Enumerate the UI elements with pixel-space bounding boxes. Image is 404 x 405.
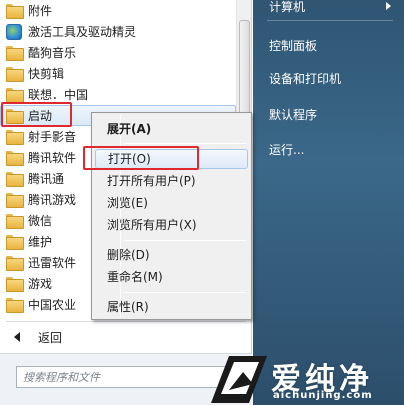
list-item-label: 微信 (28, 214, 53, 228)
menu-item-expand[interactable]: 展开(A) (107, 119, 151, 139)
list-item-label: 游戏 (28, 277, 53, 291)
back-arrow-icon (14, 332, 20, 342)
folder-icon (6, 214, 24, 229)
list-item-lenovo[interactable]: 联想．中国 (0, 84, 236, 105)
menu-item-open[interactable]: 打开(O) (95, 149, 248, 169)
right-item-devices-printers[interactable]: 设备和打印机 (269, 70, 341, 87)
list-item-label: 联想．中国 (28, 88, 89, 102)
folder-icon (6, 109, 24, 124)
divider (6, 321, 246, 322)
list-item-label: 腾讯通 (28, 172, 65, 186)
folder-icon (6, 277, 24, 292)
right-item-label: 默认程序 (269, 108, 318, 122)
right-item-label: 计算机 (269, 0, 306, 14)
list-item-label: 快剪辑 (28, 67, 65, 81)
list-item-kuaijianji[interactable]: 快剪辑 (0, 63, 236, 84)
context-menu: 展开(A) 打开(O) 打开所有用户(P) 浏览(E) 浏览所有用户(X) 删除… (91, 112, 252, 320)
list-item-label: 中国农业 (28, 298, 77, 312)
right-item-control-panel[interactable]: 控制面板 (269, 37, 317, 54)
folder-icon (6, 256, 24, 271)
folder-icon (6, 4, 24, 19)
start-menu-right-panel: 计算机 控制面板 设备和打印机 默认程序 运行... (253, 0, 404, 405)
right-item-label: 控制面板 (269, 39, 318, 53)
menu-item-open-all-users[interactable]: 打开所有用户(P) (107, 171, 196, 191)
folder-icon (6, 88, 24, 103)
list-item-label: 激活工具及驱动精灵 (28, 25, 137, 39)
right-item-label: 设备和打印机 (269, 72, 342, 86)
divider (267, 20, 393, 21)
back-button[interactable]: 返回 (0, 325, 250, 349)
app-icon (6, 23, 22, 40)
right-item-computer[interactable]: 计算机 (269, 0, 305, 15)
menu-item-delete[interactable]: 删除(D) (107, 245, 150, 265)
folder-icon (6, 172, 24, 187)
folder-icon (6, 151, 24, 166)
search-input[interactable] (16, 366, 230, 388)
menu-separator (124, 292, 246, 293)
list-item-fujian[interactable]: 附件 (0, 0, 236, 21)
folder-icon (6, 67, 24, 82)
list-item-label: 附件 (28, 4, 53, 18)
list-item-label: 腾讯软件 (28, 151, 77, 165)
watermark-site: aichunjing.com (273, 390, 373, 401)
menu-item-rename[interactable]: 重命名(M) (107, 267, 163, 287)
menu-item-browse-all-users[interactable]: 浏览所有用户(X) (107, 215, 197, 235)
folder-icon (6, 298, 24, 313)
back-label: 返回 (38, 330, 63, 345)
list-item-label: 腾讯游戏 (28, 193, 77, 207)
list-item-label: 迅雷软件 (28, 256, 77, 270)
list-item-label: 酷狗音乐 (28, 46, 77, 60)
right-item-label: 运行... (269, 143, 305, 157)
submenu-arrow-icon (386, 2, 391, 10)
right-item-run[interactable]: 运行... (269, 141, 304, 158)
list-item-kugou[interactable]: 酷狗音乐 (0, 42, 236, 63)
folder-icon (6, 193, 24, 208)
watermark-logo: 爱纯净 aichunjing.com (207, 350, 404, 405)
list-item-label: 射手影音 (28, 130, 77, 144)
menu-separator (124, 143, 246, 144)
menu-separator (124, 240, 246, 241)
list-item-label: 维护 (28, 235, 53, 249)
list-item-label: 启动 (28, 109, 53, 123)
right-item-default-programs[interactable]: 默认程序 (269, 106, 317, 123)
folder-icon (6, 130, 24, 145)
list-item-activation-tool[interactable]: 激活工具及驱动精灵 (0, 21, 236, 42)
menu-item-properties[interactable]: 属性(R) (107, 297, 149, 317)
menu-item-browse[interactable]: 浏览(E) (107, 193, 148, 213)
folder-icon (6, 235, 24, 250)
folder-icon (6, 46, 24, 61)
